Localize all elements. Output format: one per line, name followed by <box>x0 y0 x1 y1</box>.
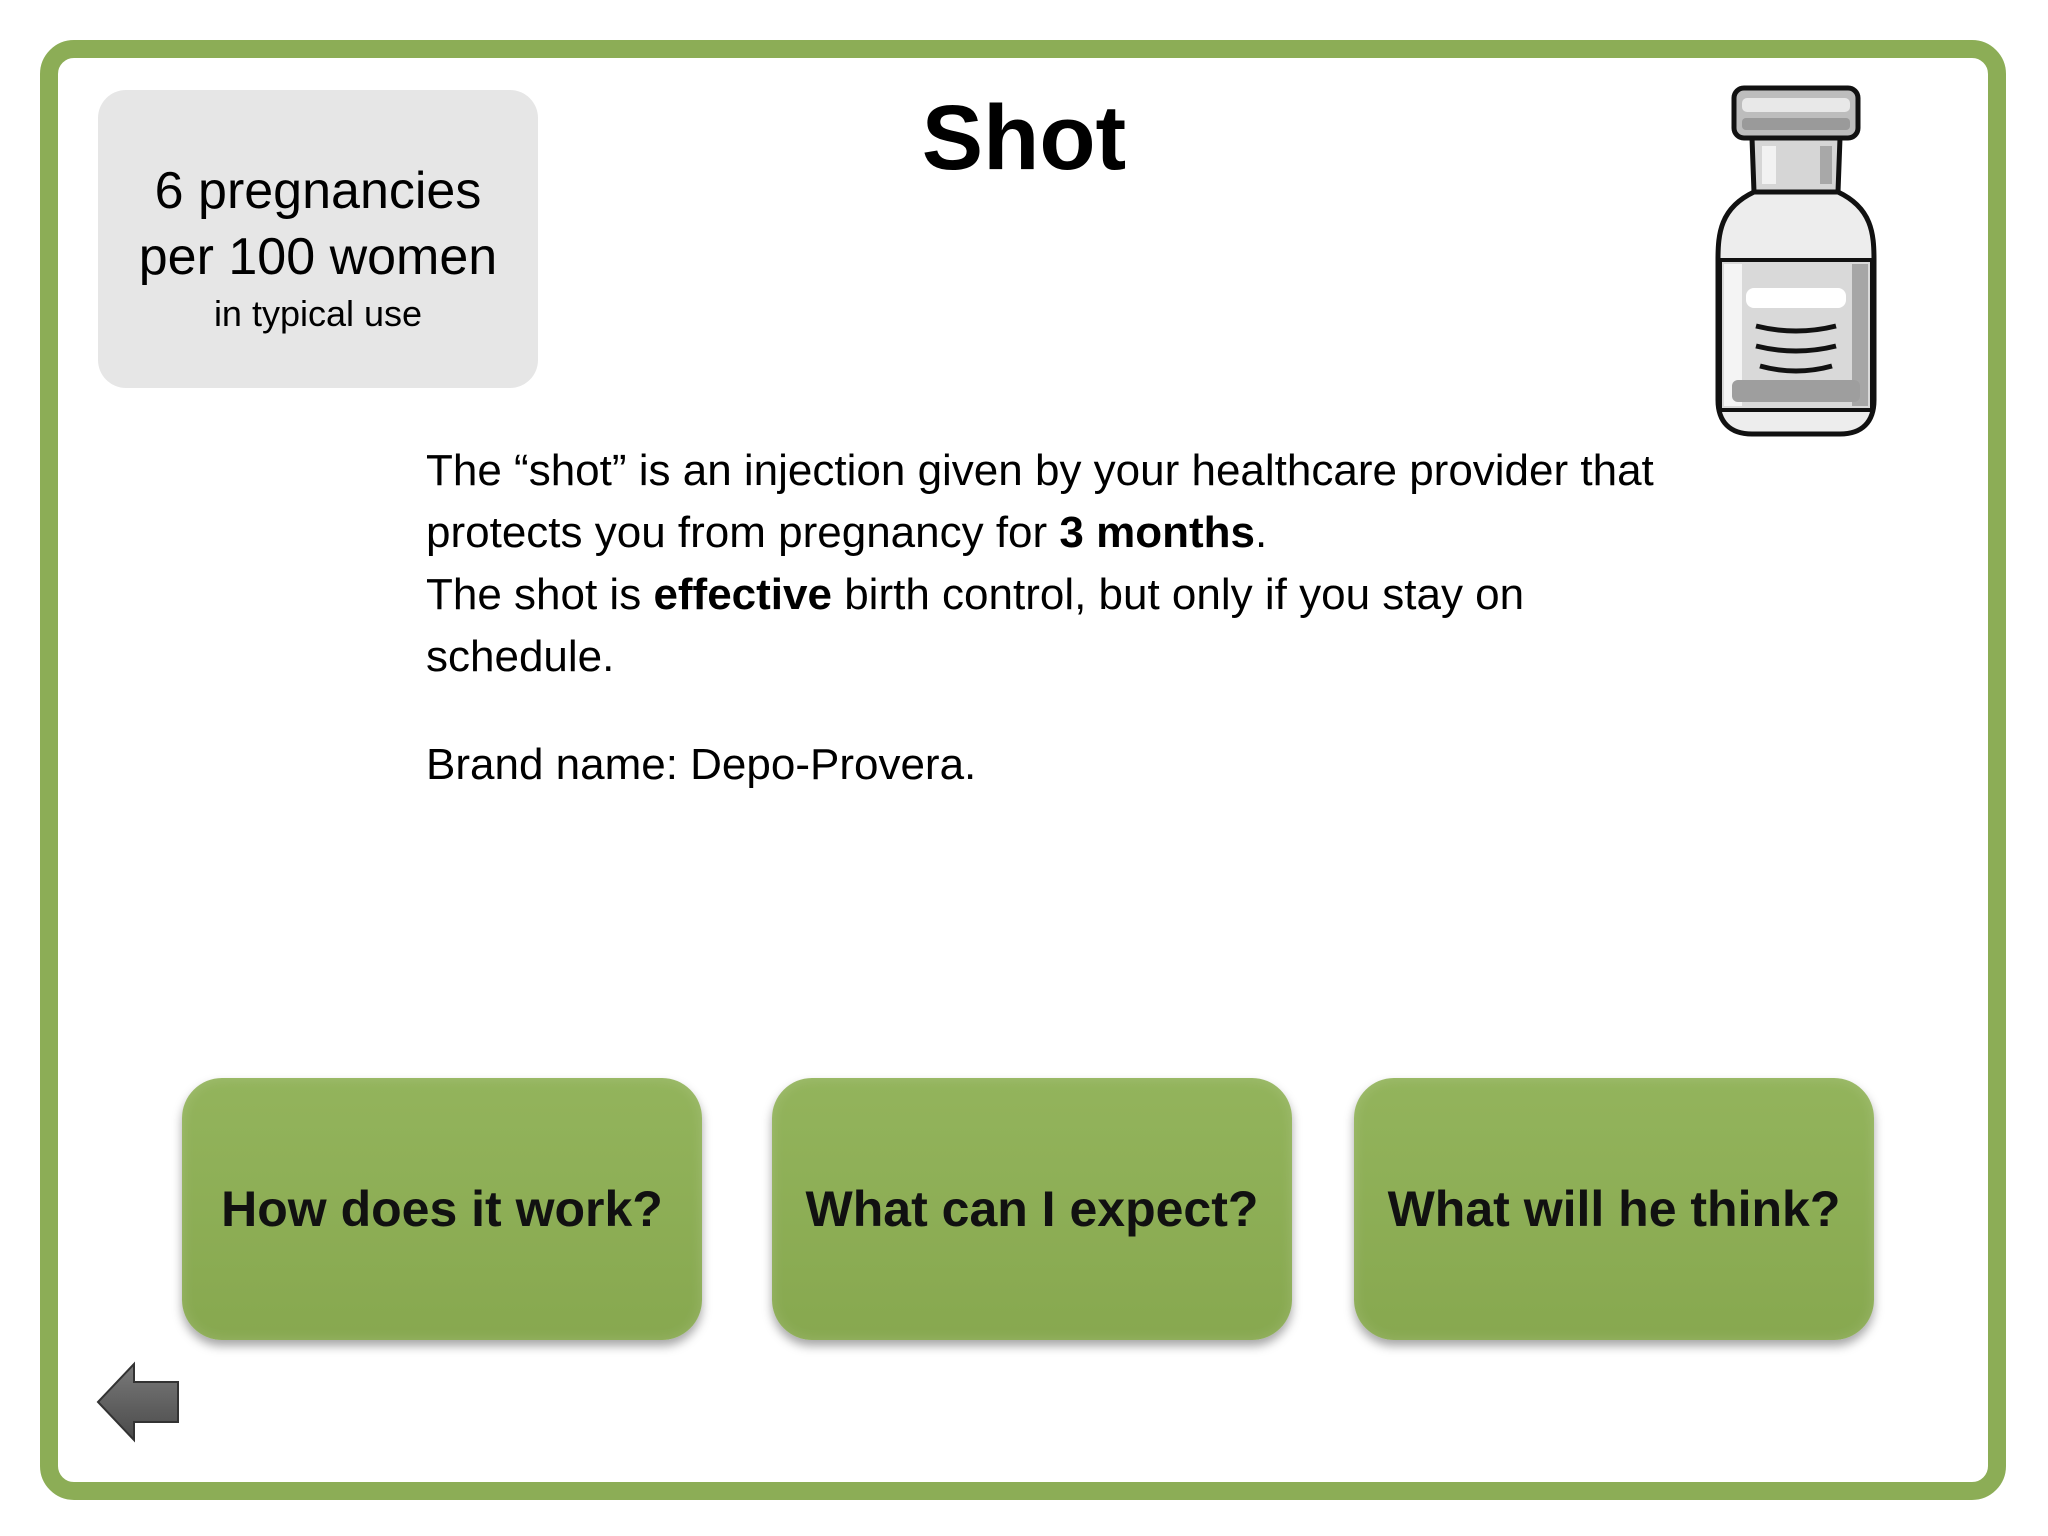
back-arrow-icon[interactable] <box>96 1360 180 1444</box>
method-description: The “shot” is an injection given by your… <box>426 440 1686 688</box>
what-will-he-think-button[interactable]: What will he think? <box>1354 1078 1874 1340</box>
effectiveness-highlight: effective <box>653 570 832 619</box>
what-can-i-expect-button[interactable]: What can I expect? <box>772 1078 1292 1340</box>
vial-icon <box>1715 85 1877 437</box>
stat-line-per-women: per 100 women <box>138 228 498 286</box>
description-text: . <box>1254 508 1268 557</box>
brand-name: Brand name: Depo-Provera. <box>426 740 977 789</box>
duration-highlight: 3 months <box>1059 508 1255 557</box>
description-text: The shot is <box>426 570 654 619</box>
stat-line-typical-use: in typical use <box>213 293 423 334</box>
description-text: The “shot” is an injection given by your… <box>426 446 1654 557</box>
description-paragraph-1: The “shot” is an injection given by your… <box>426 440 1686 564</box>
description-paragraph-2: The shot is effective birth control, but… <box>426 564 1686 688</box>
how-does-it-work-button[interactable]: How does it work? <box>182 1078 702 1340</box>
